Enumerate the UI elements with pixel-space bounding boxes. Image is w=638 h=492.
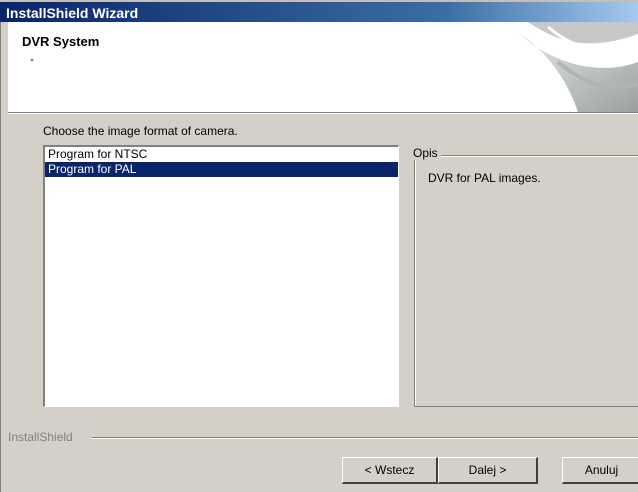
- footer-divider: [92, 437, 638, 439]
- cancel-button[interactable]: Anuluj: [562, 457, 638, 484]
- header-title: DVR System: [22, 34, 100, 49]
- window-frame: [0, 22, 8, 492]
- description-group: [414, 155, 638, 407]
- list-item-pal[interactable]: Program for PAL: [45, 162, 398, 177]
- back-button[interactable]: < Wstecz: [342, 457, 438, 484]
- window-title: InstallShield Wizard: [6, 5, 139, 21]
- installshield-swoosh-icon: [518, 22, 638, 112]
- list-item-ntsc[interactable]: Program for NTSC: [45, 147, 398, 162]
- wizard-header: DVR System -: [8, 22, 638, 113]
- prompt-label: Choose the image format of camera.: [43, 124, 238, 138]
- header-subtitle: -: [30, 52, 34, 66]
- installshield-brand: InstallShield: [8, 430, 77, 444]
- description-legend: Opis: [410, 146, 441, 160]
- next-button[interactable]: Dalej >: [438, 457, 538, 484]
- format-listbox[interactable]: Program for NTSC Program for PAL: [43, 145, 399, 407]
- header-divider: [8, 113, 638, 114]
- description-text: DVR for PAL images.: [428, 171, 541, 185]
- title-bar[interactable]: InstallShield Wizard: [0, 0, 638, 22]
